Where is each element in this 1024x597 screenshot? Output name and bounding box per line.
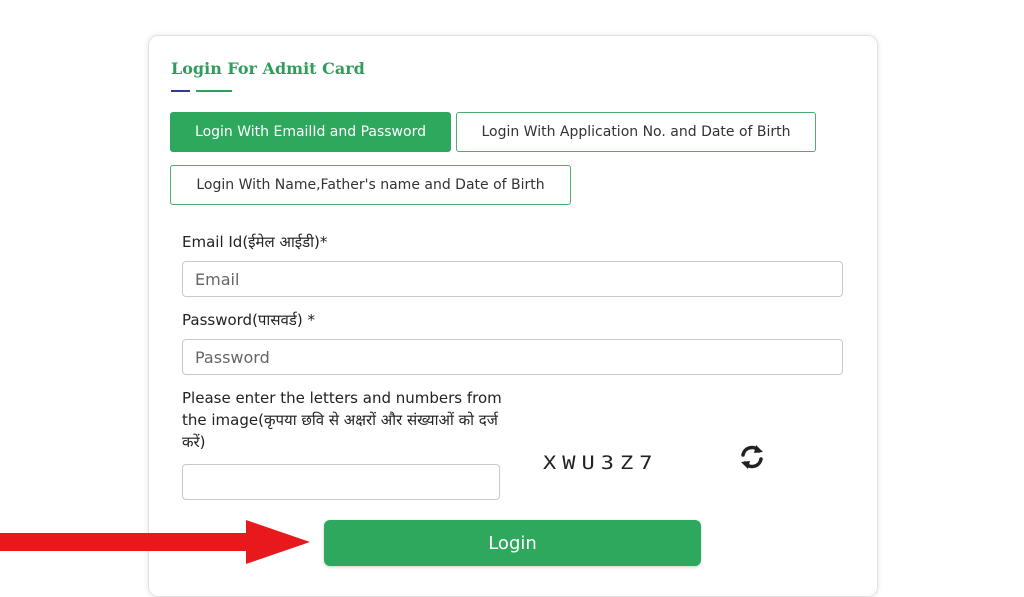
tab-name-father-dob[interactable]: Login With Name,Father's name and Date o… bbox=[170, 165, 571, 205]
title-underline-short bbox=[171, 90, 190, 92]
email-label: Email Id(ईमेल आईडी)* bbox=[182, 233, 328, 251]
form-title: Login For Admit Card bbox=[171, 59, 365, 78]
tab-email-password[interactable]: Login With EmailId and Password bbox=[170, 112, 451, 152]
captcha-label: Please enter the letters and numbers fro… bbox=[182, 389, 502, 451]
admit-card-login-card: Login For Admit Card Login With EmailId … bbox=[148, 35, 878, 597]
captcha-input[interactable] bbox=[182, 464, 500, 500]
email-input[interactable] bbox=[182, 261, 843, 297]
password-input[interactable] bbox=[182, 339, 843, 375]
title-underline-long bbox=[196, 90, 232, 92]
captcha-image: XWU3Z7 bbox=[543, 452, 659, 474]
refresh-icon[interactable] bbox=[735, 440, 769, 474]
password-label: Password(पासवर्ड) * bbox=[182, 311, 315, 329]
tab-application-dob[interactable]: Login With Application No. and Date of B… bbox=[456, 112, 816, 152]
login-button[interactable]: Login bbox=[324, 520, 701, 566]
arrow-right-icon bbox=[0, 520, 310, 564]
